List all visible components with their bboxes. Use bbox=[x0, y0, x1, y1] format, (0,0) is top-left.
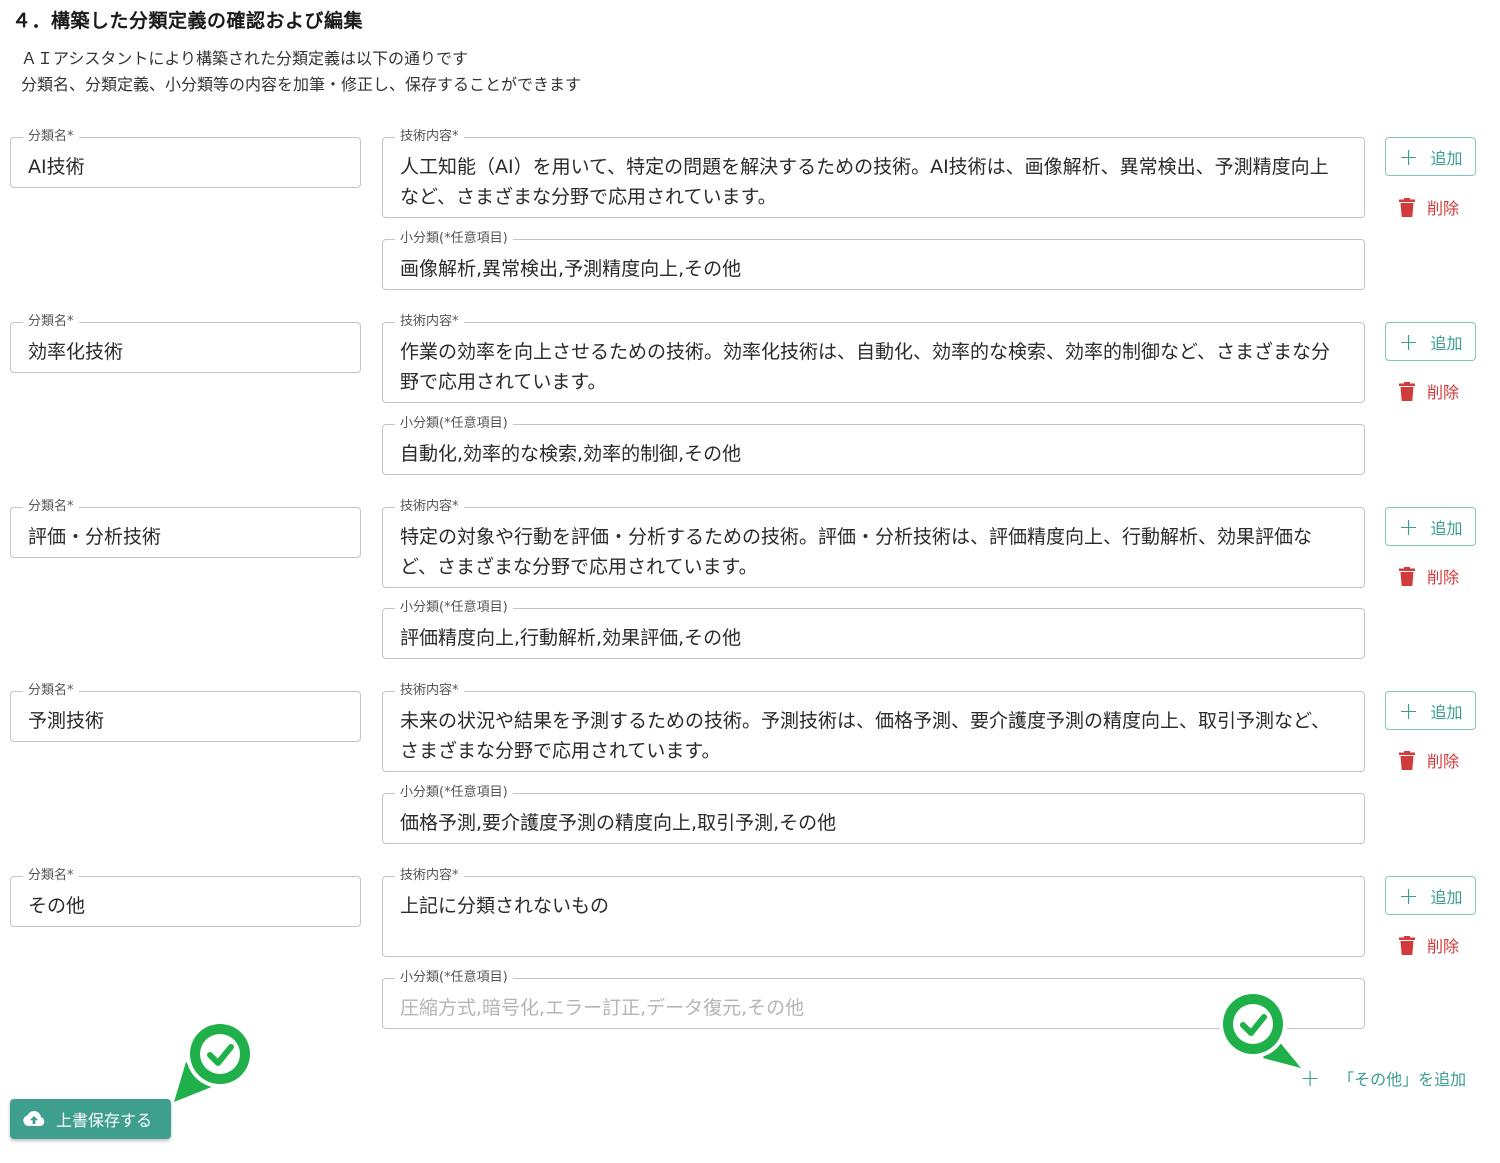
trash-icon bbox=[1399, 197, 1415, 217]
subcategory-field[interactable]: 小分類(*任意項目) 評価精度向上,行動解析,効果評価,その他 bbox=[382, 599, 1365, 659]
field-label: 分類名* bbox=[23, 128, 79, 146]
add-button[interactable]: + 追加 bbox=[1385, 507, 1476, 546]
category-name-field[interactable]: 分類名* 評価・分析技術 bbox=[10, 498, 361, 558]
field-label: 小分類(*任意項目) bbox=[395, 415, 513, 433]
field-label: 分類名* bbox=[23, 313, 79, 331]
plus-icon: + bbox=[1398, 881, 1419, 910]
page-title: ４．構築した分類定義の確認および編集 bbox=[12, 10, 364, 32]
field-label: 技術内容* bbox=[395, 682, 464, 700]
plus-icon: + bbox=[1398, 512, 1419, 541]
add-other-label: 「その他」を追加 bbox=[1338, 1070, 1467, 1089]
intro-text: ＡＩアシスタントにより構築された分類定義は以下の通りです 分類名、分類定義、小分… bbox=[21, 46, 581, 98]
save-button[interactable]: 上書保存する bbox=[10, 1099, 171, 1139]
field-value: 価格予測,要介護度予測の精度向上,取引予測,その他 bbox=[400, 812, 837, 834]
category-name-field[interactable]: 分類名* AI技術 bbox=[10, 128, 361, 188]
subcategory-field[interactable]: 小分類(*任意項目) 自動化,効率的な検索,効率的制御,その他 bbox=[382, 415, 1365, 475]
delete-button[interactable]: 削除 bbox=[1399, 932, 1469, 958]
delete-button[interactable]: 削除 bbox=[1399, 378, 1469, 404]
delete-label: 削除 bbox=[1427, 383, 1460, 402]
add-button[interactable]: + 追加 bbox=[1385, 691, 1476, 730]
add-label: 追加 bbox=[1430, 518, 1463, 538]
add-label: 追加 bbox=[1430, 887, 1463, 907]
field-value: その他 bbox=[28, 895, 86, 917]
field-value: 画像解析,異常検出,予測精度向上,その他 bbox=[400, 258, 742, 280]
add-button[interactable]: + 追加 bbox=[1385, 322, 1476, 361]
intro-line: 分類名、分類定義、小分類等の内容を加筆・修正し、保存することができます bbox=[21, 75, 582, 94]
subcategory-field[interactable]: 小分類(*任意項目) 価格予測,要介護度予測の精度向上,取引予測,その他 bbox=[382, 784, 1365, 844]
save-label: 上書保存する bbox=[56, 1111, 153, 1130]
field-value: 未来の状況や結果を予測するための技術。予測技術は、価格予測、要介護度予測の精度向… bbox=[400, 710, 1331, 762]
field-value: 特定の対象や行動を評価・分析するための技術。評価・分析技術は、評価精度向上、行動… bbox=[400, 526, 1313, 578]
delete-label: 削除 bbox=[1427, 568, 1460, 587]
trash-icon bbox=[1399, 750, 1415, 770]
delete-label: 削除 bbox=[1427, 937, 1460, 956]
check-circle-icon bbox=[1219, 990, 1301, 1068]
add-label: 追加 bbox=[1430, 333, 1463, 353]
field-label: 分類名* bbox=[23, 682, 79, 700]
delete-button[interactable]: 削除 bbox=[1399, 747, 1469, 773]
description-field[interactable]: 技術内容* 特定の対象や行動を評価・分析するための技術。評価・分析技術は、評価精… bbox=[382, 498, 1365, 588]
field-label: 技術内容* bbox=[395, 867, 464, 885]
category-name-field[interactable]: 分類名* 予測技術 bbox=[10, 682, 361, 742]
check-circle-icon bbox=[174, 1020, 254, 1102]
delete-label: 削除 bbox=[1427, 199, 1460, 218]
add-button[interactable]: + 追加 bbox=[1385, 876, 1476, 915]
description-field[interactable]: 技術内容* 上記に分類されないもの bbox=[382, 867, 1365, 957]
field-value: 作業の効率を向上させるための技術。効率化技術は、自動化、効率的な検索、効率的制御… bbox=[400, 341, 1331, 393]
field-label: 分類名* bbox=[23, 498, 79, 516]
field-value: 評価・分析技術 bbox=[28, 526, 162, 548]
category-name-field[interactable]: 分類名* 効率化技術 bbox=[10, 313, 361, 373]
add-label: 追加 bbox=[1430, 702, 1463, 722]
add-other-button[interactable]: + 「その他」を追加 bbox=[1300, 1066, 1466, 1090]
field-value: 予測技術 bbox=[28, 710, 105, 732]
field-value: 人工知能（AI）を用いて、特定の問題を解決するための技術。AI技術は、画像解析、… bbox=[400, 156, 1329, 208]
field-value: AI技術 bbox=[28, 156, 85, 178]
field-label: 分類名* bbox=[23, 867, 79, 885]
field-value: 自動化,効率的な検索,効率的制御,その他 bbox=[400, 443, 742, 465]
field-label: 小分類(*任意項目) bbox=[395, 969, 513, 987]
add-button[interactable]: + 追加 bbox=[1385, 137, 1476, 176]
add-label: 追加 bbox=[1430, 148, 1463, 168]
plus-icon: + bbox=[1398, 696, 1419, 725]
description-field[interactable]: 技術内容* 作業の効率を向上させるための技術。効率化技術は、自動化、効率的な検索… bbox=[382, 313, 1365, 403]
field-label: 小分類(*任意項目) bbox=[395, 230, 513, 248]
field-label: 技術内容* bbox=[395, 313, 464, 331]
description-field[interactable]: 技術内容* 人工知能（AI）を用いて、特定の問題を解決するための技術。AI技術は… bbox=[382, 128, 1365, 218]
trash-icon bbox=[1399, 935, 1415, 955]
trash-icon bbox=[1399, 381, 1415, 401]
field-label: 小分類(*任意項目) bbox=[395, 784, 513, 802]
description-field[interactable]: 技術内容* 未来の状況や結果を予測するための技術。予測技術は、価格予測、要介護度… bbox=[382, 682, 1365, 772]
category-name-field[interactable]: 分類名* その他 bbox=[10, 867, 361, 927]
plus-icon: + bbox=[1398, 142, 1419, 171]
delete-button[interactable]: 削除 bbox=[1399, 194, 1469, 220]
delete-label: 削除 bbox=[1427, 752, 1460, 771]
field-value: 評価精度向上,行動解析,効果評価,その他 bbox=[400, 627, 742, 649]
intro-line: ＡＩアシスタントにより構築された分類定義は以下の通りです bbox=[21, 49, 469, 68]
field-label: 技術内容* bbox=[395, 498, 464, 516]
field-label: 技術内容* bbox=[395, 128, 464, 146]
field-placeholder: 圧縮方式,暗号化,エラー訂正,データ復元,その他 bbox=[400, 997, 805, 1019]
field-label: 小分類(*任意項目) bbox=[395, 599, 513, 617]
field-value: 上記に分類されないもの bbox=[400, 895, 610, 917]
cloud-upload-icon bbox=[23, 1110, 45, 1126]
trash-icon bbox=[1399, 566, 1415, 586]
field-value: 効率化技術 bbox=[28, 341, 124, 363]
plus-icon: + bbox=[1398, 327, 1419, 356]
delete-button[interactable]: 削除 bbox=[1399, 563, 1469, 589]
subcategory-field[interactable]: 小分類(*任意項目) 画像解析,異常検出,予測精度向上,その他 bbox=[382, 230, 1365, 290]
